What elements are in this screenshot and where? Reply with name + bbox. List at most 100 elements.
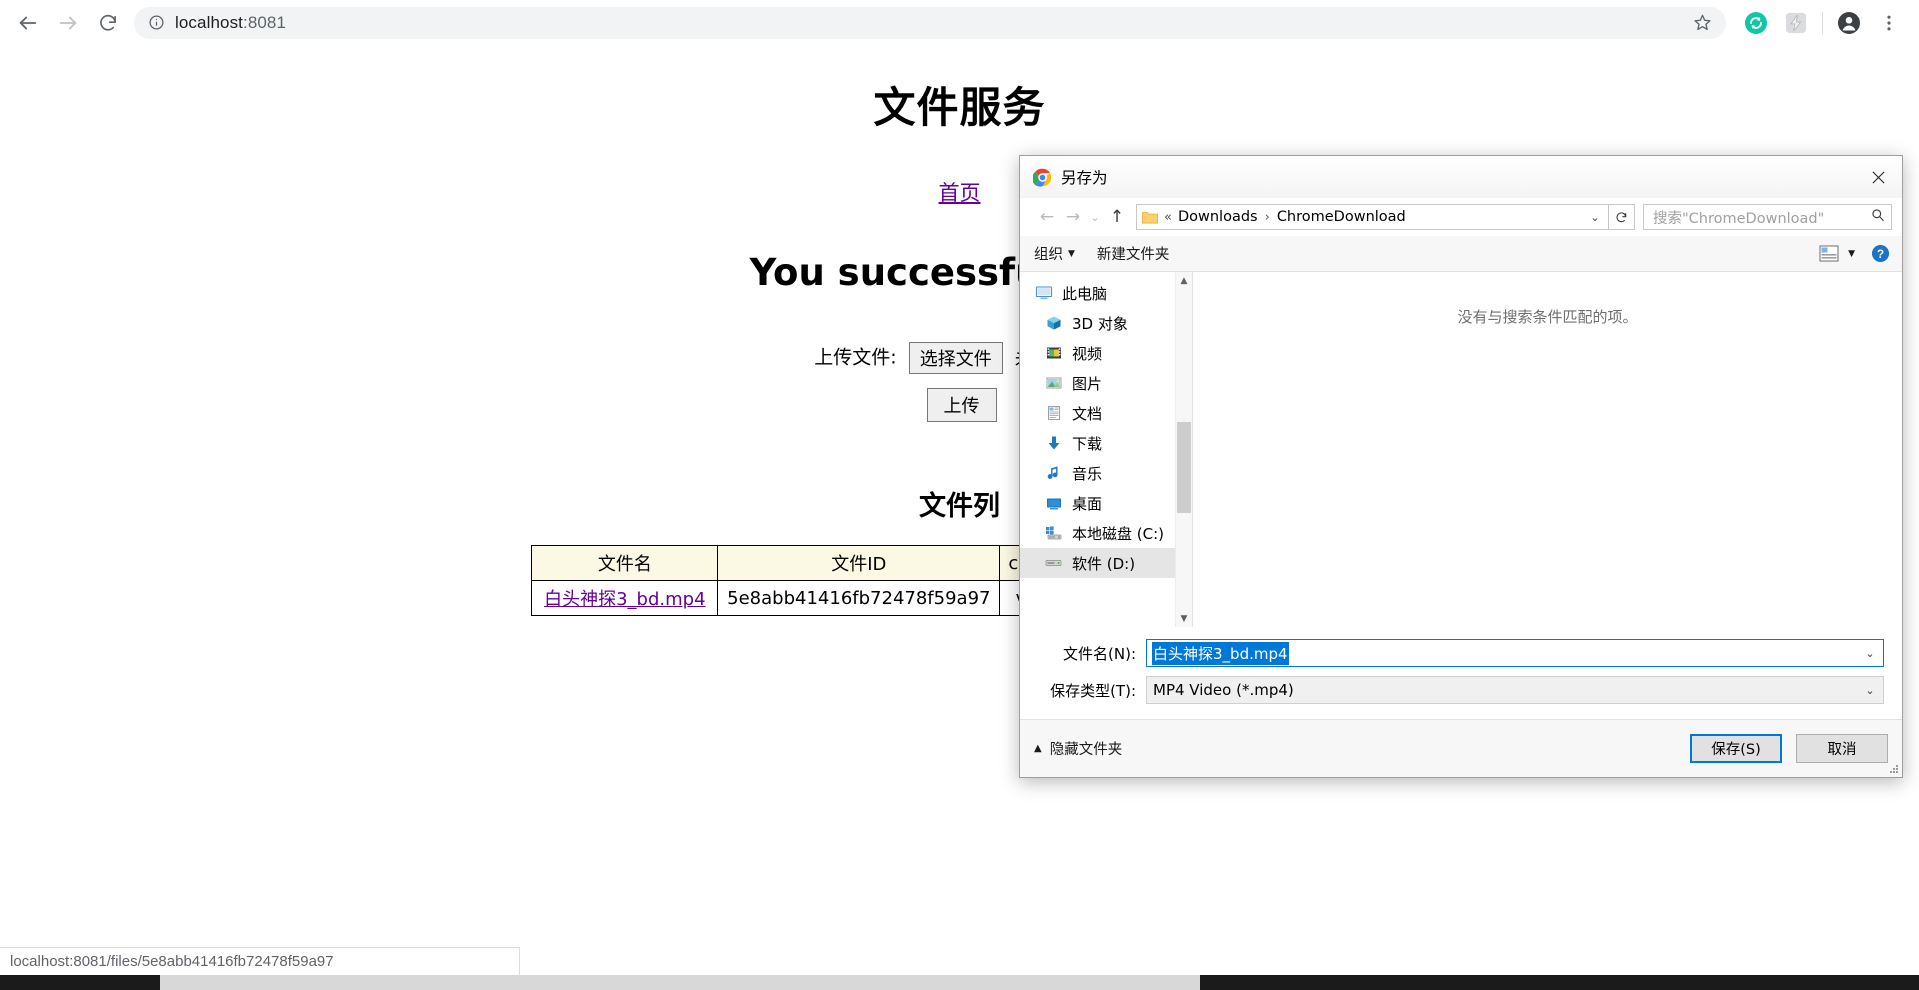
bottom-strip-left xyxy=(0,975,160,990)
dialog-titlebar[interactable]: 另存为 xyxy=(1020,156,1902,198)
dialog-up-arrow-icon[interactable]: ↑ xyxy=(1104,204,1130,230)
info-circle-icon[interactable] xyxy=(148,14,165,31)
bottom-strip-middle xyxy=(160,975,1200,990)
dialog-navigation-bar: ← → ⌄ ↑ « Downloads › ChromeDownload ⌄ 搜… xyxy=(1020,198,1902,236)
chevron-down-icon: ▼ xyxy=(1068,248,1075,259)
sidebar-item-label: 下载 xyxy=(1072,434,1103,453)
breadcrumb-overflow-icon[interactable]: « xyxy=(1164,210,1172,225)
documents-icon xyxy=(1044,404,1063,423)
dialog-fields: 文件名(N): 白头神探3_bd.mp4 ⌄ 保存类型(T): MP4 Vide… xyxy=(1020,627,1902,719)
organize-label: 组织 xyxy=(1034,247,1063,263)
cancel-button[interactable]: 取消 xyxy=(1796,734,1888,763)
sidebar-item-desktop[interactable]: 桌面 xyxy=(1020,488,1192,518)
3d-objects-icon xyxy=(1044,314,1063,333)
reload-icon[interactable] xyxy=(88,3,128,43)
sync-extension-icon[interactable] xyxy=(1736,3,1776,43)
chrome-logo-icon xyxy=(1032,168,1052,187)
chevron-down-icon[interactable]: ⌄ xyxy=(1859,647,1881,660)
file-download-link[interactable]: 白头神探3_bd.mp4 xyxy=(544,589,705,610)
sidebar-item-label: 音乐 xyxy=(1072,464,1103,483)
chevron-down-icon[interactable]: ⌄ xyxy=(1584,211,1606,224)
dialog-title: 另存为 xyxy=(1061,169,1108,187)
sidebar-item-documents[interactable]: 文档 xyxy=(1020,398,1192,428)
choose-file-button[interactable]: 选择文件 xyxy=(908,342,1003,374)
upload-form-label: 上传文件: xyxy=(814,346,897,369)
profile-avatar-icon[interactable] xyxy=(1829,3,1869,43)
hide-folders-toggle[interactable]: ▲ 隐藏文件夹 xyxy=(1034,738,1122,759)
sidebar-item-3d-objects[interactable]: 3D 对象 xyxy=(1020,308,1192,338)
toolbar-divider xyxy=(1822,11,1823,34)
sidebar-scrollbar[interactable]: ▲ ▼ xyxy=(1175,272,1192,627)
dialog-file-list[interactable]: 没有与搜索条件匹配的项。 xyxy=(1192,272,1902,627)
sidebar-item-downloads[interactable]: 下载 xyxy=(1020,428,1192,458)
status-bar-text: localhost:8081/files/5e8abb41416fb72478f… xyxy=(10,953,334,970)
sidebar-item-label: 本地磁盘 (C:) xyxy=(1072,524,1164,543)
filetype-value: MP4 Video (*.mp4) xyxy=(1153,681,1294,699)
address-bar-url: localhost:8081 xyxy=(175,12,287,32)
breadcrumb-downloads[interactable]: Downloads xyxy=(1178,209,1258,225)
view-options-button[interactable]: ▼ xyxy=(1819,245,1855,262)
drive-icon xyxy=(1044,554,1063,573)
videos-icon xyxy=(1044,344,1063,363)
chevron-down-icon[interactable]: ▼ xyxy=(1176,610,1192,627)
new-folder-button[interactable]: 新建文件夹 xyxy=(1097,243,1170,264)
system-drive-icon xyxy=(1044,524,1063,543)
address-bar[interactable]: localhost:8081 xyxy=(134,6,1726,39)
back-arrow-icon[interactable] xyxy=(8,3,48,43)
chevron-up-icon: ▲ xyxy=(1034,743,1042,754)
sidebar-item-this-pc[interactable]: 此电脑 xyxy=(1020,278,1192,308)
status-bar: localhost:8081/files/5e8abb41416fb72478f… xyxy=(0,947,520,975)
sidebar-item-label: 视频 xyxy=(1072,344,1103,363)
sidebar-item-videos[interactable]: 视频 xyxy=(1020,338,1192,368)
svg-text:?: ? xyxy=(1877,247,1884,261)
refresh-icon[interactable] xyxy=(1609,204,1635,230)
dialog-forward-arrow-icon: → xyxy=(1065,207,1081,227)
bookmark-star-icon[interactable] xyxy=(1693,13,1712,32)
breadcrumb-chromedownload[interactable]: ChromeDownload xyxy=(1277,209,1406,225)
forward-arrow-icon xyxy=(48,3,88,43)
dialog-address-bar[interactable]: « Downloads › ChromeDownload ⌄ xyxy=(1136,204,1609,230)
lightning-extension-icon[interactable] xyxy=(1776,3,1816,43)
filetype-row: 保存类型(T): MP4 Video (*.mp4) ⌄ xyxy=(1038,676,1884,704)
sidebar-item-software-d[interactable]: 软件 (D:) xyxy=(1020,548,1192,578)
music-icon xyxy=(1044,464,1063,483)
chevron-down-icon[interactable]: ⌄ xyxy=(1859,684,1881,697)
dialog-search-input[interactable]: 搜索"ChromeDownload" xyxy=(1643,204,1892,230)
dialog-body: 此电脑 3D 对象 视频 图片 文档 下载 音乐 桌面 本地磁盘 (C:) 软件… xyxy=(1020,272,1902,627)
dialog-back-arrow-icon: ← xyxy=(1039,207,1055,227)
filename-row: 文件名(N): 白头神探3_bd.mp4 ⌄ xyxy=(1038,639,1884,667)
sidebar-item-label: 3D 对象 xyxy=(1072,314,1128,333)
chevron-up-icon[interactable]: ▲ xyxy=(1176,272,1192,289)
resize-grip-icon[interactable] xyxy=(1889,764,1899,774)
dialog-sidebar: 此电脑 3D 对象 视频 图片 文档 下载 音乐 桌面 本地磁盘 (C:) 软件… xyxy=(1020,272,1192,627)
organize-menu-button[interactable]: 组织 ▼ xyxy=(1034,243,1075,264)
sidebar-item-pictures[interactable]: 图片 xyxy=(1020,368,1192,398)
folder-icon xyxy=(1142,210,1158,225)
save-button[interactable]: 保存(S) xyxy=(1690,734,1782,763)
bottom-strip-right xyxy=(1200,975,1919,990)
bottom-strip xyxy=(0,975,1919,990)
page-title: 文件服务 xyxy=(873,83,1046,132)
filetype-select[interactable]: MP4 Video (*.mp4) ⌄ xyxy=(1146,676,1884,704)
filetype-label: 保存类型(T): xyxy=(1050,681,1136,700)
filename-value: 白头神探3_bd.mp4 xyxy=(1152,641,1289,665)
breadcrumb-separator: › xyxy=(1264,209,1270,225)
filename-label: 文件名(N): xyxy=(1063,644,1136,663)
filename-input[interactable]: 白头神探3_bd.mp4 ⌄ xyxy=(1146,639,1884,667)
magnifier-icon[interactable] xyxy=(1871,208,1885,226)
three-dots-menu-icon[interactable] xyxy=(1869,3,1909,43)
cell-filename: 白头神探3_bd.mp4 xyxy=(531,580,719,616)
close-x-icon[interactable] xyxy=(1855,156,1902,198)
sidebar-item-local-disk-c[interactable]: 本地磁盘 (C:) xyxy=(1020,518,1192,548)
home-link[interactable]: 首页 xyxy=(939,181,981,205)
search-placeholder: 搜索"ChromeDownload" xyxy=(1653,210,1825,227)
save-as-dialog: 另存为 ← → ⌄ ↑ « Downloads › ChromeDownload… xyxy=(1019,155,1903,778)
help-question-icon[interactable]: ? xyxy=(1871,244,1890,263)
pictures-icon xyxy=(1044,374,1063,393)
scrollbar-thumb[interactable] xyxy=(1177,422,1191,513)
sidebar-item-music[interactable]: 音乐 xyxy=(1020,458,1192,488)
dialog-recent-dropdown-icon[interactable]: ⌄ xyxy=(1086,204,1104,230)
sidebar-item-label: 文档 xyxy=(1072,404,1103,423)
upload-button[interactable]: 上传 xyxy=(926,388,997,422)
sidebar-item-label: 此电脑 xyxy=(1062,284,1108,303)
